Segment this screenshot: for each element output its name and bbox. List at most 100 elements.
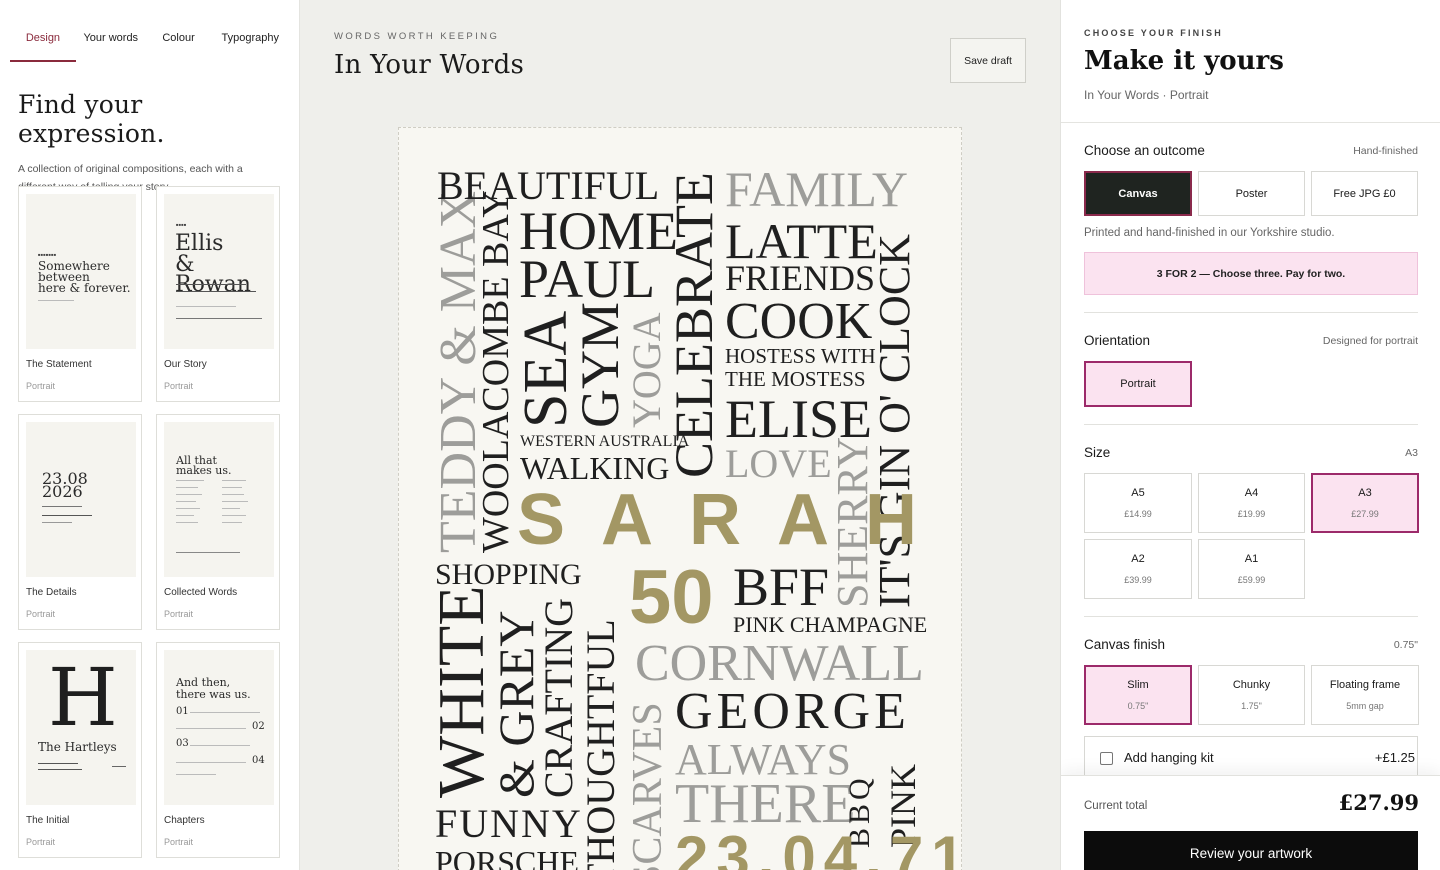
design-card-our-story[interactable]: ■■■■ Ellis & Rowan Our Story Portrait	[156, 186, 280, 402]
options-panel: CHOOSE YOUR FINISH Make it yours In Your…	[1060, 0, 1440, 870]
design-grid: ■■■■■■■ Somewhere between here & forever…	[18, 186, 282, 858]
thumb-rule	[222, 487, 242, 488]
poster-word: THE MOSTESS	[725, 367, 866, 391]
card-orientation: Portrait	[26, 837, 56, 847]
thumb-rule	[222, 515, 246, 516]
design-card-the-initial[interactable]: H The Hartleys The Initial Portrait	[18, 642, 142, 858]
thumb-rule	[112, 766, 126, 767]
promo-banner: 3 FOR 2 — Choose three. Pay for two.	[1084, 252, 1418, 295]
option-label: Poster	[1235, 187, 1268, 200]
thumb-rule	[42, 506, 82, 507]
orientation-option-portrait[interactable]: Portrait	[1084, 361, 1192, 407]
outcome-option-free-jpg[interactable]: Free JPG £0	[1311, 171, 1418, 216]
option-price: £19.99	[1237, 509, 1266, 519]
outcome-label: Choose an outcome	[1084, 143, 1205, 158]
tab-design[interactable]: Design	[10, 32, 76, 62]
outcome-option-canvas[interactable]: Canvas	[1084, 171, 1192, 216]
poster-word: HOSTESS WITH	[725, 344, 876, 368]
thumb-rule	[42, 522, 72, 523]
review-artwork-button[interactable]: Review your artwork	[1084, 831, 1418, 870]
design-thumbnail: H The Hartleys	[26, 650, 136, 805]
option-price: £59.99	[1237, 575, 1266, 585]
thumb-line: here & forever.	[38, 281, 131, 295]
card-name: The Statement	[26, 359, 92, 370]
total-label: Current total	[1084, 800, 1148, 812]
poster-word-highlight: 50	[629, 555, 714, 640]
thumb-rule	[176, 318, 262, 319]
option-label: A3	[1358, 487, 1372, 499]
design-thumbnail: ■■■■ Ellis & Rowan	[164, 194, 274, 349]
finish-option-chunky[interactable]: Chunky 1.75"	[1198, 665, 1305, 725]
divider	[1084, 424, 1418, 425]
thumb-rule	[176, 552, 240, 553]
poster-word-highlight: 23.04.71	[675, 824, 962, 870]
thumb-line: 03	[176, 738, 189, 749]
option-price: £39.99	[1124, 575, 1152, 585]
preview-eyebrow: WORDS WORTH KEEPING	[334, 31, 500, 42]
thumb-rule	[176, 487, 198, 488]
thumb-rule	[222, 501, 248, 502]
poster-word: PAUL	[519, 249, 656, 309]
design-card-the-statement[interactable]: ■■■■■■■ Somewhere between here & forever…	[18, 186, 142, 402]
thumb-line: And then,	[176, 676, 231, 689]
thumb-caption: ■■■■■■■	[38, 252, 57, 257]
card-name: The Initial	[26, 815, 70, 826]
option-label: A5	[1131, 487, 1145, 499]
card-orientation: Portrait	[164, 837, 194, 847]
design-thumbnail: 23.08 2026	[26, 422, 136, 577]
option-label: Chunky	[1232, 679, 1271, 691]
thumb-rule	[176, 762, 246, 763]
tab-typography[interactable]: Typography	[212, 32, 290, 62]
poster-word: YOGA	[624, 312, 669, 428]
size-option-a3[interactable]: A3 £27.99	[1311, 473, 1419, 533]
thumb-rule	[222, 508, 240, 509]
thumb-rule	[190, 745, 250, 746]
hanging-kit-label: Add hanging kit	[1124, 750, 1214, 765]
design-card-collected-words[interactable]: All that makes us. Collected Words Portr…	[156, 414, 280, 630]
hanging-kit-checkbox[interactable]	[1100, 752, 1113, 765]
finish-option-floating-frame[interactable]: Floating frame 5mm gap	[1311, 665, 1419, 725]
outcome-option-poster[interactable]: Poster	[1198, 171, 1305, 216]
thumb-initial: H	[48, 651, 118, 744]
tab-bar: Design Your words Colour Typography	[0, 0, 299, 62]
hanging-kit-row[interactable]: Add hanging kit +£1.25	[1084, 736, 1418, 778]
finish-option-slim[interactable]: Slim 0.75"	[1084, 665, 1192, 725]
tab-your-words[interactable]: Your words	[76, 32, 146, 62]
size-option-a4[interactable]: A4 £19.99	[1198, 473, 1305, 533]
option-detail: 1.75"	[1241, 701, 1262, 711]
thumb-line: there was us.	[176, 688, 251, 701]
design-card-the-details[interactable]: 23.08 2026 The Details Portrait	[18, 414, 142, 630]
checkout-footer: Current total £27.99 Review your artwork	[1061, 775, 1440, 870]
card-name: Our Story	[164, 359, 207, 370]
option-label: Canvas	[1118, 187, 1158, 200]
orientation-note: Designed for portrait	[1322, 335, 1418, 347]
poster-word: CRAFTING	[536, 597, 581, 798]
poster-word: BFF	[733, 557, 830, 617]
poster-word: THOUGHTFUL	[578, 619, 623, 870]
thumb-rule	[38, 763, 78, 764]
poster-word: & GREY	[488, 610, 544, 799]
size-option-a2[interactable]: A2 £39.99	[1084, 539, 1192, 599]
size-option-a1[interactable]: A1 £59.99	[1198, 539, 1305, 599]
design-thumbnail: ■■■■■■■ Somewhere between here & forever…	[26, 194, 136, 349]
thumb-rule	[176, 508, 200, 509]
option-detail: 5mm gap	[1346, 701, 1384, 711]
poster-word: SEA	[512, 310, 580, 428]
card-orientation: Portrait	[26, 381, 56, 391]
poster-word: FUNNY	[435, 801, 583, 846]
preview-title: In Your Words	[334, 50, 525, 80]
card-orientation: Portrait	[26, 609, 56, 619]
card-name: The Details	[26, 587, 77, 598]
save-draft-button[interactable]: Save draft	[950, 38, 1026, 83]
card-name: Collected Words	[164, 587, 238, 598]
poster-word: FRIENDS	[725, 258, 876, 298]
thumb-rule	[176, 515, 194, 516]
size-option-a5[interactable]: A5 £14.99	[1084, 473, 1192, 533]
options-subtitle: In Your Words · Portrait	[1084, 88, 1209, 102]
tab-colour[interactable]: Colour	[146, 32, 212, 62]
design-thumbnail: All that makes us.	[164, 422, 274, 577]
option-label: A4	[1244, 487, 1259, 499]
thumb-rule	[176, 284, 246, 285]
design-card-chapters[interactable]: And then, there was us. 01 02 03 04 Chap…	[156, 642, 280, 858]
hanging-kit-price: +£1.25	[1374, 750, 1415, 765]
